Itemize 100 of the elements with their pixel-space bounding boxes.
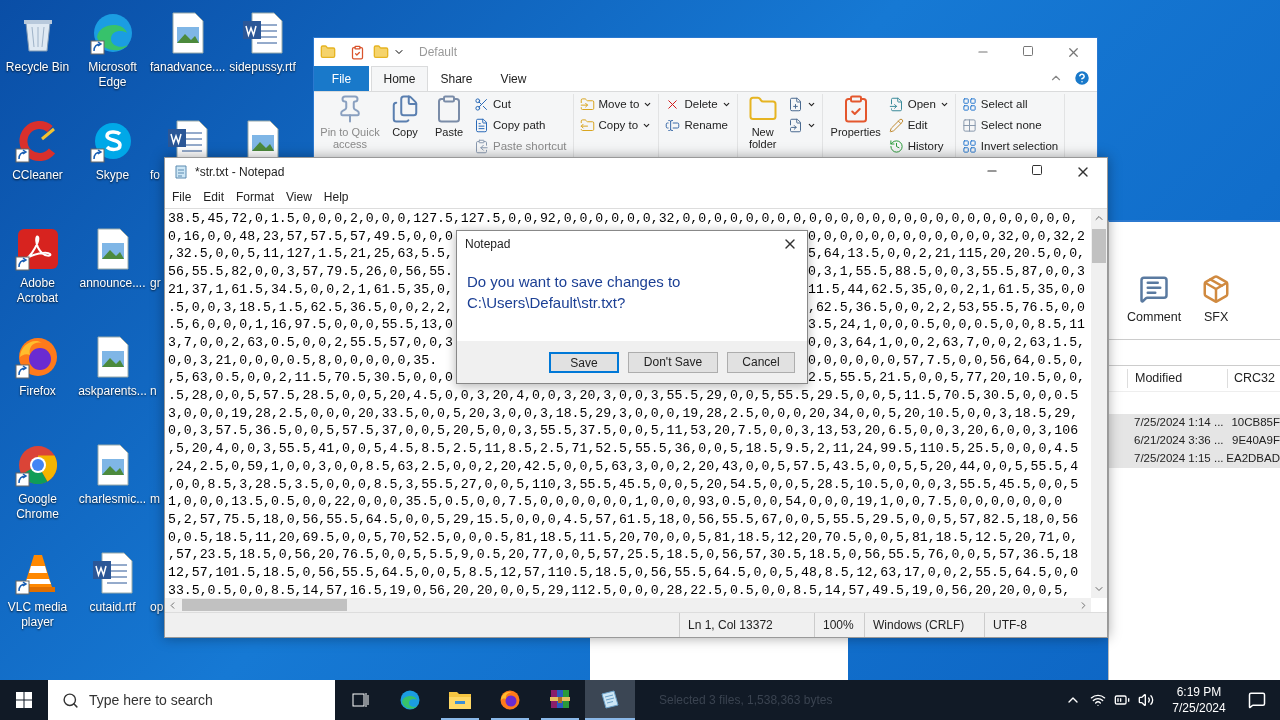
horizontal-scrollbar[interactable]	[165, 598, 1091, 612]
swirl-logo-icon	[398, 688, 422, 712]
text-line: ,5,20,4,0,0,3,55.5,41,0,0,5,4.5,8.5,2.5,11,8.5,2.5,71,52.5,55.5,36,0,0,5,18.5,9.5,2,11,24,99.5,110.5,25.5,0,0,0,4.5	[168, 440, 1079, 458]
search-box[interactable]: Type here to search	[48, 680, 335, 720]
menu-item[interactable]: Format	[230, 188, 281, 206]
desktop-icon-label[interactable]: cutaid.rtf	[87, 600, 138, 615]
vertical-scrollbar[interactable]	[1091, 209, 1107, 598]
ribbon-button[interactable]: Edit	[886, 115, 951, 136]
ribbon-button[interactable]: Move to	[577, 94, 655, 115]
text-line: .5,0,0,3,18.5,1.5,62.5,36.5,0,0,2,2,	[168, 298, 453, 317]
open-file-icon	[888, 97, 904, 112]
file-row[interactable]: 7/25/2024 1:15 ... EA2DBAD	[1109, 450, 1280, 468]
desktop-icon-label[interactable]: Adobe Acrobat	[0, 276, 75, 306]
ribbon-button[interactable]: Copy to	[577, 115, 655, 136]
text-line: 38.5,45,72,0,1.5,0,0,0,2,0,0,0,127.5,127.5,0,0,92,0,0,0,0,0,0,32,0,0,0,0,0,0,0,0,0,0,0,0,0,0,0,0,0,0,0,0,0,0,0,0,0,	[168, 210, 1079, 228]
ribbon-button[interactable]: History	[886, 136, 951, 157]
ribbon-button[interactable]: Invert selection	[959, 136, 1061, 157]
help-icon[interactable]	[1073, 69, 1091, 87]
caret-icon	[642, 121, 652, 130]
caret-icon	[643, 100, 653, 109]
new-item-icon	[787, 97, 803, 112]
text-line: 0,0,0,0,0,0,57,7.5,0,0,56,64,0.5,0,	[808, 351, 1085, 370]
text-line: 3,7,0,0,2,63,0.5,0,0,2,55.5,57,0,0,3	[168, 333, 453, 352]
ribbon-button[interactable]: Open	[886, 94, 951, 115]
ribbon-button[interactable]: Select none	[959, 115, 1061, 136]
ribbon-button[interactable]: Select all	[959, 94, 1061, 115]
text-line: ,57,23.5,18.5,0,56,20,76.5,0,0,5,5.5,9,0.5,20,77,0,0,5,57,25.5,18.5,0,56,57,30.5,18.5,0,56,55.5,76,0,0,5,57,36.5,18	[168, 546, 1079, 565]
shortcut-file-icon	[787, 118, 803, 133]
ribbon-button[interactable]: Paste	[428, 94, 470, 138]
desktop-icon-label[interactable]: m	[150, 492, 160, 507]
scrollbar-thumb[interactable]	[1092, 229, 1106, 263]
speaker-icon[interactable]	[1138, 692, 1154, 708]
desktop-icon-label[interactable]: fanadvance....	[150, 60, 226, 75]
search-field[interactable]: Type here to search	[89, 689, 319, 711]
desktop-icon-label[interactable]: Microsoft Edge	[75, 60, 150, 90]
ribbon-tab[interactable]: View	[485, 67, 542, 91]
maximize-icon[interactable]	[1031, 164, 1043, 176]
caret-icon	[721, 100, 731, 109]
caret-icon	[939, 100, 949, 109]
text-line: .5,6,0,0,0,1,16,97.5,0,0,0,55.5,13,0	[168, 316, 453, 334]
notification-icon[interactable]	[1248, 691, 1266, 709]
toolbar-button[interactable]: Comment	[1127, 274, 1182, 327]
desktop-icon-label[interactable]: op	[150, 600, 164, 615]
ribbon-button[interactable]: Copy	[384, 94, 426, 138]
file-row[interactable]: 7/25/2024 1:14 ... 10CB85F	[1109, 414, 1280, 432]
table-cell-text: 6/21/2024 3:36 ...	[1134, 433, 1225, 449]
desktop-icon-label[interactable]: Firefox	[17, 384, 58, 399]
file-row[interactable]: 6/21/2024 3:36 ... 9E40A9F	[1109, 432, 1280, 450]
dialog-message: Do you want to save changes to C:\Users\Default\str.txt?	[467, 272, 682, 313]
ribbon-button[interactable]: Delete	[663, 94, 733, 115]
desktop-icon-label[interactable]: sidepussy.rtf	[227, 60, 298, 75]
table-cell-text: EA2DBAD	[1226, 451, 1280, 467]
menu-item[interactable]: Help	[317, 188, 355, 206]
menu-item[interactable]: View	[280, 188, 318, 206]
scrollbar-thumb[interactable]	[182, 599, 347, 611]
ribbon-tab[interactable]: Home	[371, 66, 428, 91]
window-title: Default	[419, 44, 458, 61]
ribbon-button[interactable]: New folder	[741, 94, 784, 150]
running-indicator	[441, 718, 479, 720]
desktop-icon-label[interactable]: Recycle Bin	[3, 60, 72, 75]
desktop-icon-label[interactable]: n	[150, 384, 157, 399]
ribbon-tab[interactable]: File	[314, 66, 369, 91]
desktop-icon-label[interactable]: askparents...	[76, 384, 149, 399]
ribbon-tab[interactable]: Share	[428, 67, 485, 91]
network-icon[interactable]	[1090, 692, 1106, 708]
toolbar-button[interactable]: SFX	[1201, 274, 1232, 327]
ribbon-button[interactable]: Copy path	[472, 115, 569, 136]
desktop-icon-label[interactable]: CCleaner	[10, 168, 65, 183]
folder-arrow-icon	[579, 97, 595, 112]
status-text: 100%	[814, 613, 864, 637]
checklist-icon[interactable]	[350, 44, 365, 60]
status-text: UTF-8	[984, 613, 1107, 637]
grid-icon	[961, 97, 977, 112]
ribbon-button[interactable]: Rename	[663, 115, 733, 136]
clock[interactable]: 6:19 PM 7/25/2024	[1164, 684, 1234, 716]
desktop-icon-label[interactable]: VLC media player	[0, 600, 75, 630]
desktop-icon-label[interactable]: Google Chrome	[0, 492, 75, 522]
text-line: ,32.5,0,0,5,11,127,1.5,21,25,63,5.5,	[168, 245, 453, 264]
text-line: 33.5,0.5,0,0,8.5,14,57,16.5,19,0,56,20,20,0,0,5,29,112.5,0,0,0,28,22.5,0.5,0,0,8.5,14,57,49.5,19,0,56,20,20,0,0,5,	[168, 581, 1071, 600]
desktop-icon-label[interactable]: charlesmic...	[76, 492, 149, 507]
text-line: ,5,63,0.5,0,0,2,11.5,70.5,30.5,0,0,0	[168, 369, 453, 388]
menu-item[interactable]: File	[166, 188, 198, 206]
desktop-icon-label[interactable]: gr	[150, 276, 161, 291]
dialog-button[interactable]: Save	[549, 351, 619, 373]
taskbar-button[interactable]	[585, 680, 635, 720]
desktop-icon-label[interactable]: fo	[150, 168, 160, 183]
caret-icon	[806, 100, 816, 109]
dialog-button[interactable]: Don't Save	[628, 351, 718, 373]
text-line: 0,0.5,18.5,11,20,69.5,0,0,5,70,52.5,0,0,0.5,81,18.5,11.5,20,70,0,0,5,81,18.5,12,20,70.5,0,0,5,81,18.5,12.5,20,71,0,	[168, 528, 1079, 547]
caret-icon	[806, 121, 816, 130]
desktop-icon-label[interactable]: announce....	[77, 276, 148, 291]
desktop-icon-label[interactable]: Skype	[93, 168, 132, 183]
text-line: 56,55.5,82,0,0,3,57,79.5,26,0,56,55.	[168, 263, 453, 281]
ribbon-button[interactable]: Properties	[826, 94, 885, 138]
battery-icon[interactable]	[1114, 692, 1130, 708]
column-header[interactable]: CRC32	[1227, 369, 1275, 388]
dialog-button[interactable]: Cancel	[727, 351, 795, 373]
ribbon-button[interactable]: Cut	[472, 94, 569, 115]
menu-item[interactable]: Edit	[197, 188, 231, 206]
column-header[interactable]: Modified	[1127, 369, 1227, 388]
